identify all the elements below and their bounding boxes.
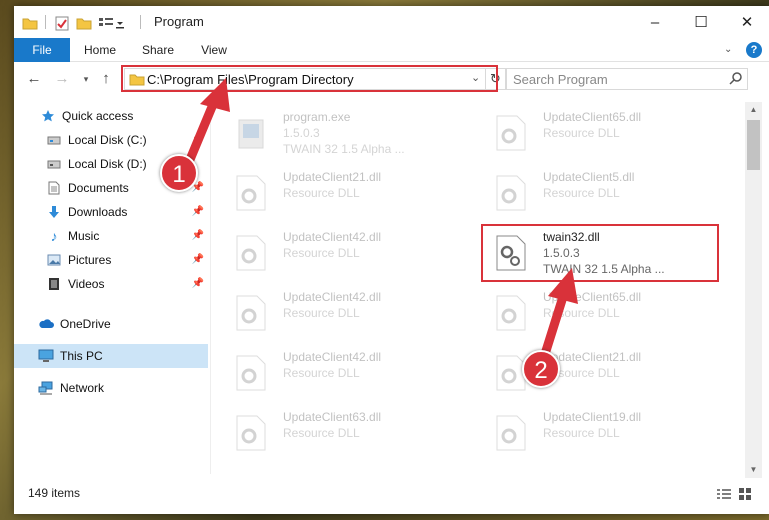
tab-home[interactable]: Home: [72, 38, 128, 62]
scrollbar-thumb[interactable]: [747, 120, 760, 170]
disk-icon: [46, 132, 62, 148]
sidebar-item-label: Network: [60, 381, 105, 395]
title-bar: Program – ☐ ✕: [14, 6, 769, 38]
cloud-icon: [38, 316, 54, 332]
sidebar-item-music[interactable]: ♪ Music 📌: [14, 224, 208, 248]
search-box: [506, 68, 748, 90]
film-icon: [46, 276, 62, 292]
customize-toolbar-icon[interactable]: [98, 14, 124, 32]
step-1-badge: 1: [160, 154, 198, 192]
dll-gear-icon: [233, 414, 269, 452]
dll-gear-icon: [233, 294, 269, 332]
sidebar-item-label: Videos: [68, 277, 105, 291]
file-item[interactable]: UpdateClient65.dll Resource DLL: [479, 108, 719, 158]
tab-file[interactable]: File: [14, 38, 70, 62]
sidebar-item-label: Local Disk (D:): [68, 157, 147, 171]
search-input[interactable]: [513, 71, 713, 87]
ribbon-tabs: File Home Share View ⌄ ?: [14, 38, 769, 62]
sidebar-item-label: Music: [68, 229, 100, 243]
status-bar: 149 items: [14, 482, 769, 506]
file-item[interactable]: UpdateClient42.dll Resource DLL: [219, 348, 459, 398]
pin-icon: 📌: [191, 254, 204, 265]
file-item[interactable]: UpdateClient5.dll Resource DLL: [479, 168, 719, 218]
details-view-icon[interactable]: [716, 488, 732, 503]
sidebar-item-downloads[interactable]: Downloads 📌: [14, 200, 208, 224]
dll-gear-icon: [493, 414, 529, 452]
sidebar-item-onedrive[interactable]: OneDrive: [14, 312, 208, 336]
item-count: 149 items: [28, 486, 81, 500]
pin-icon: 📌: [191, 206, 204, 217]
star-icon: [40, 108, 56, 124]
forward-arrow-icon[interactable]: →: [52, 69, 72, 89]
dll-gear-icon: [233, 354, 269, 392]
file-item[interactable]: UpdateClient42.dll Resource DLL: [219, 288, 459, 338]
search-icon[interactable]: [729, 71, 743, 88]
file-item[interactable]: UpdateClient65.dll Resource DLL: [479, 288, 719, 338]
computer-icon: [38, 348, 54, 364]
up-arrow-icon[interactable]: ↑: [96, 69, 116, 89]
download-arrow-icon: [46, 204, 62, 220]
scroll-down-icon[interactable]: ▼: [745, 462, 762, 478]
recent-locations-icon[interactable]: ▾: [76, 69, 96, 89]
file-item[interactable]: UpdateClient19.dll Resource DLL: [479, 408, 719, 458]
help-icon[interactable]: ?: [746, 42, 762, 58]
ribbon-expand-icon[interactable]: ⌄: [724, 44, 732, 55]
maximize-button[interactable]: ☐: [678, 6, 724, 38]
address-bar-highlight: [121, 65, 498, 92]
vertical-scrollbar[interactable]: ▲ ▼: [745, 102, 762, 478]
window-title: Program: [154, 14, 204, 29]
dll-gear-icon: [493, 174, 529, 212]
dll-gear-icon: [233, 234, 269, 272]
sidebar-item-this-pc[interactable]: This PC: [14, 344, 208, 368]
file-item[interactable]: UpdateClient21.dll Resource DLL: [479, 348, 719, 398]
sidebar-item-pictures[interactable]: Pictures 📌: [14, 248, 208, 272]
file-highlight: [481, 224, 719, 282]
documents-icon: [46, 180, 62, 196]
tab-share[interactable]: Share: [130, 38, 186, 62]
scroll-up-icon[interactable]: ▲: [745, 102, 762, 118]
pin-icon: 📌: [191, 134, 204, 145]
large-icons-view-icon[interactable]: [738, 487, 752, 504]
sidebar-item-label: OneDrive: [60, 317, 111, 331]
step-2-badge: 2: [522, 350, 560, 388]
file-item[interactable]: UpdateClient42.dll Resource DLL: [219, 228, 459, 278]
back-arrow-icon[interactable]: ←: [24, 69, 44, 89]
dll-gear-icon: [493, 294, 529, 332]
network-icon: [38, 380, 54, 396]
sidebar-item-label: Pictures: [68, 253, 112, 267]
exe-icon: [233, 114, 269, 152]
file-list: program.exe 1.5.0.3 TWAIN 32 1.5 Alpha .…: [219, 102, 743, 472]
pictures-icon: [46, 252, 62, 268]
sidebar-item-label: This PC: [60, 349, 103, 363]
dll-gear-icon: [493, 114, 529, 152]
sidebar-item-quick-access[interactable]: Quick access: [14, 104, 208, 128]
folder-icon: [22, 14, 38, 32]
file-item[interactable]: UpdateClient63.dll Resource DLL: [219, 408, 459, 458]
new-folder-icon[interactable]: [76, 14, 92, 32]
properties-icon[interactable]: [54, 14, 70, 32]
tab-view[interactable]: View: [188, 38, 240, 62]
sidebar-item-videos[interactable]: Videos 📌: [14, 272, 208, 296]
minimize-button[interactable]: –: [632, 6, 678, 38]
disk-icon: [46, 156, 62, 172]
pin-icon: 📌: [191, 278, 204, 289]
sidebar-item-local-disk-c[interactable]: Local Disk (C:) 📌: [14, 128, 208, 152]
pin-icon: 📌: [191, 230, 204, 241]
sidebar-item-label: Downloads: [68, 205, 128, 219]
close-button[interactable]: ✕: [724, 6, 769, 38]
dll-gear-icon: [233, 174, 269, 212]
file-item[interactable]: UpdateClient21.dll Resource DLL: [219, 168, 459, 218]
sidebar-item-label: Quick access: [62, 109, 134, 123]
music-note-icon: ♪: [50, 228, 58, 244]
sidebar-item-network[interactable]: Network: [14, 376, 208, 400]
sidebar-item-label: Documents: [68, 181, 129, 195]
sidebar-item-label: Local Disk (C:): [68, 133, 147, 147]
file-item[interactable]: program.exe 1.5.0.3 TWAIN 32 1.5 Alpha .…: [219, 108, 459, 158]
